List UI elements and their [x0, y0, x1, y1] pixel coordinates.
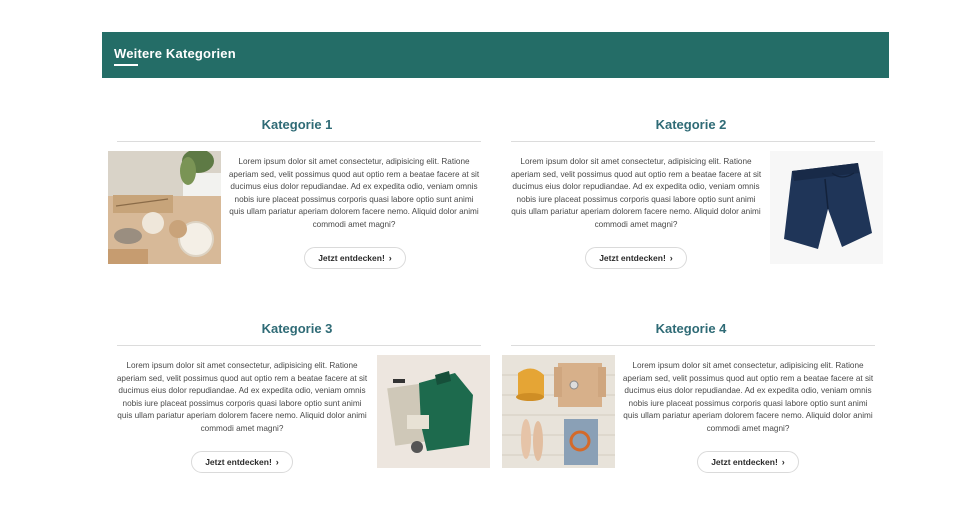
- divider: [511, 141, 875, 142]
- yarn-knitting-image: [108, 151, 221, 264]
- navy-shorts-image: [770, 151, 883, 264]
- summer-outfit-flatlay-image: [502, 355, 615, 468]
- discover-button[interactable]: Jetzt entdecken! ›: [304, 247, 406, 269]
- category-title: Kategorie 4: [655, 321, 727, 336]
- chevron-right-icon: ›: [669, 253, 673, 263]
- category-card-4: Kategorie 4 Lorem ipsum dolor sit amet c…: [494, 321, 888, 496]
- section-banner: Weitere Kategorien: [102, 32, 889, 78]
- chevron-right-icon: ›: [781, 457, 785, 467]
- category-title: Kategorie 3: [261, 321, 333, 336]
- category-description: Lorem ipsum dolor sit amet consectetur, …: [116, 361, 368, 433]
- chevron-right-icon: ›: [388, 253, 392, 263]
- divider: [511, 345, 875, 346]
- title-underline: [114, 64, 138, 66]
- discover-button[interactable]: Jetzt entdecken! ›: [191, 451, 293, 473]
- button-label: Jetzt entdecken!: [599, 253, 666, 263]
- button-label: Jetzt entdecken!: [711, 457, 778, 467]
- category-card-1: Kategorie 1 Lorem ipsum dolor sit amet c…: [100, 117, 494, 292]
- button-label: Jetzt entdecken!: [205, 457, 272, 467]
- category-description: Lorem ipsum dolor sit amet consectetur, …: [622, 361, 874, 433]
- category-title: Kategorie 1: [261, 117, 333, 132]
- category-card-3: Kategorie 3 Lorem ipsum dolor sit amet c…: [100, 321, 494, 496]
- category-title: Kategorie 2: [655, 117, 727, 132]
- category-description: Lorem ipsum dolor sit amet consectetur, …: [228, 157, 480, 229]
- category-card-2: Kategorie 2 Lorem ipsum dolor sit amet c…: [494, 117, 888, 292]
- chevron-right-icon: ›: [275, 457, 279, 467]
- divider: [117, 345, 481, 346]
- discover-button[interactable]: Jetzt entdecken! ›: [585, 247, 687, 269]
- category-description: Lorem ipsum dolor sit amet consectetur, …: [510, 157, 762, 229]
- discover-button[interactable]: Jetzt entdecken! ›: [697, 451, 799, 473]
- section-title: Weitere Kategorien: [114, 46, 236, 61]
- green-sweater-outfit-image: [377, 355, 490, 468]
- button-label: Jetzt entdecken!: [318, 253, 385, 263]
- divider: [117, 141, 481, 142]
